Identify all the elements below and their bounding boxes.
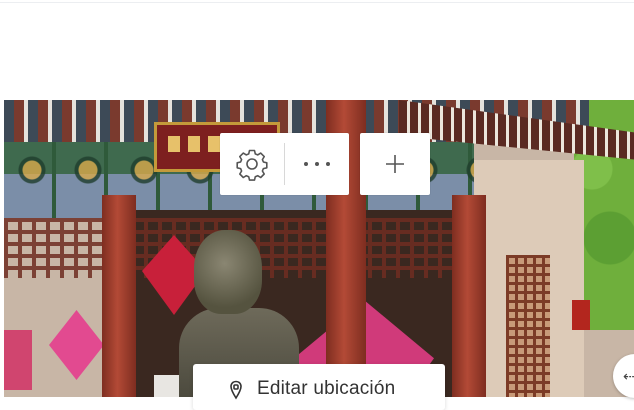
photo-pillar: [102, 195, 136, 397]
gear-icon: [236, 149, 268, 181]
edit-location-button[interactable]: Editar ubicación: [193, 364, 445, 410]
arrow-left-icon: ⇠: [623, 367, 634, 384]
add-button[interactable]: [360, 133, 430, 195]
settings-button[interactable]: [220, 133, 284, 195]
photo-kite: [49, 310, 104, 380]
photo-pillar: [452, 195, 486, 397]
more-options-button[interactable]: [285, 133, 349, 195]
add-group: [360, 133, 430, 195]
photo-red-plaque: [572, 300, 590, 330]
photo-kite: [4, 330, 32, 390]
photo-lattice-window: [506, 255, 550, 397]
top-divider: [0, 2, 634, 3]
plus-icon: [386, 155, 404, 173]
pin-icon: [230, 380, 242, 400]
image-toolbar: [220, 133, 430, 195]
ellipsis-icon: [304, 162, 330, 166]
photo-bust-head: [194, 230, 262, 314]
image-options-group: [220, 133, 349, 195]
